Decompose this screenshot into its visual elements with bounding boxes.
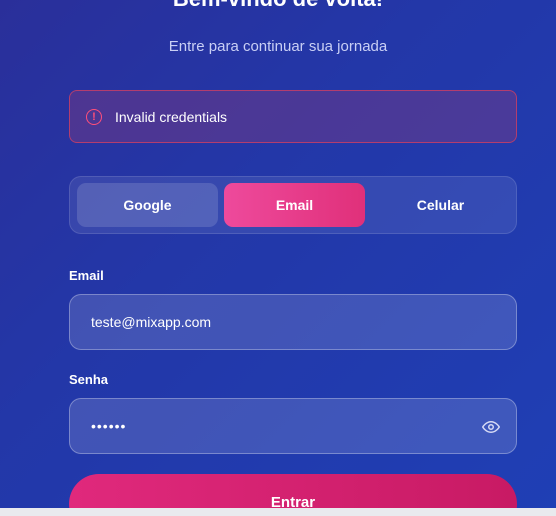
password-value: •••••• (91, 418, 127, 434)
page-subtitle: Entre para continuar sua jornada (168, 38, 388, 55)
password-label: Senha (69, 372, 109, 387)
tab-celular[interactable]: Celular (370, 183, 511, 227)
page-title: Bem-vindo de volta! (0, 0, 556, 12)
alert-message: Invalid credentials (115, 108, 228, 125)
eye-icon[interactable] (482, 418, 500, 436)
alert-circle-icon: ! (86, 108, 102, 125)
bottom-scrollbar (0, 508, 556, 516)
email-label: Email (69, 268, 104, 283)
tab-google[interactable]: Google (77, 183, 218, 227)
tab-email[interactable]: Email (224, 183, 365, 227)
login-method-tabs: Google Email Celular (69, 176, 517, 234)
password-field[interactable]: •••••• (69, 398, 517, 454)
error-alert: ! Invalid credentials (69, 90, 517, 143)
email-value: teste@mixapp.com (91, 314, 212, 330)
email-field[interactable]: teste@mixapp.com (69, 294, 517, 350)
